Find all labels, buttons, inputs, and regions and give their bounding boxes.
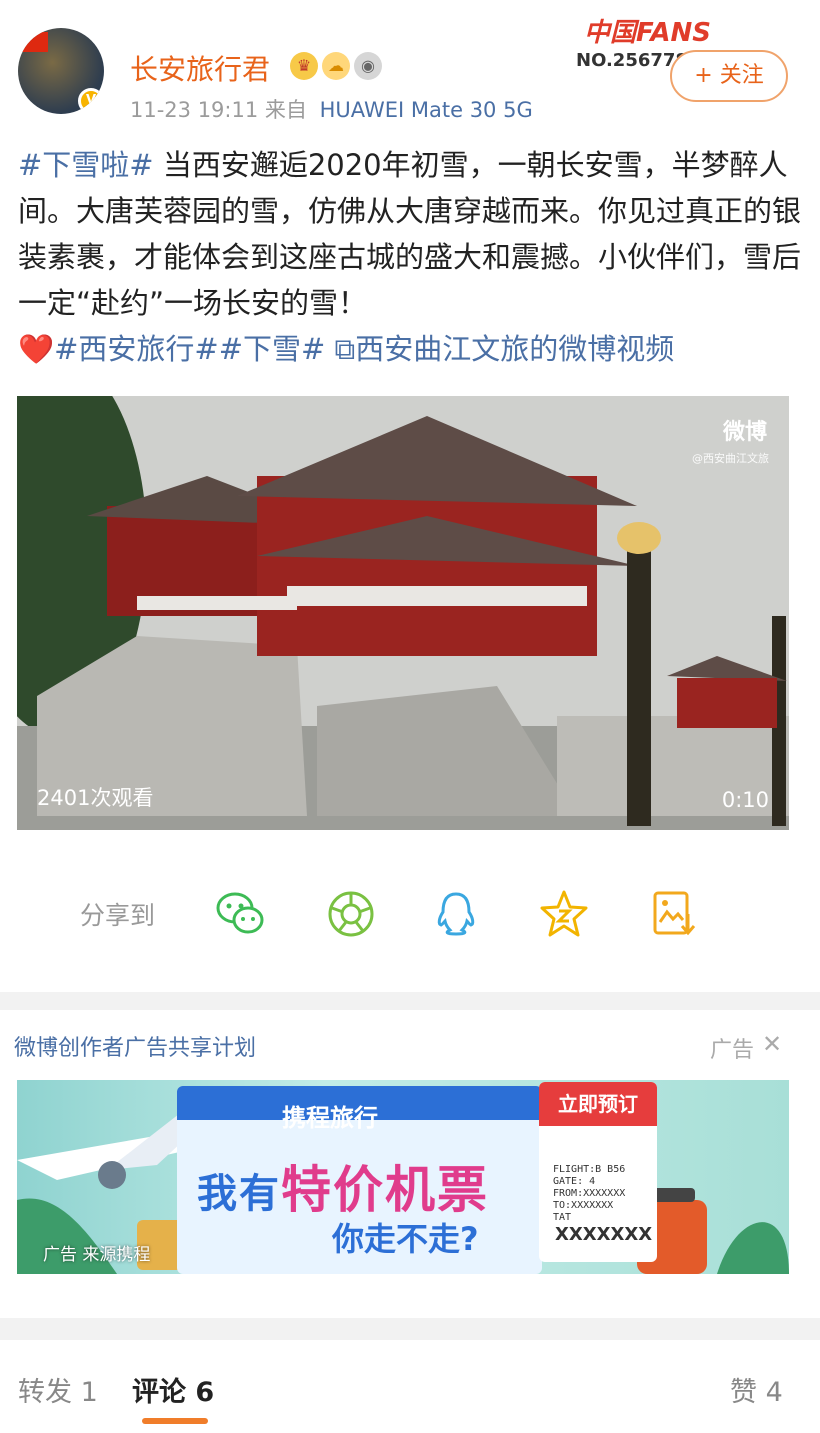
watermark-source: @西安曲江文旅: [692, 452, 769, 465]
ad-program-title[interactable]: 微博创作者广告共享计划: [14, 1030, 256, 1062]
video-link-icon: ⧉: [334, 332, 356, 366]
user-medals: ♛ ☁ ◉: [290, 52, 382, 80]
favorite-icon[interactable]: [538, 888, 590, 940]
post-source-prefix: 来自: [264, 98, 307, 122]
ad-brand: 携程旅行: [282, 1104, 378, 1132]
hashtag-link[interactable]: #下雪啦#: [18, 148, 154, 182]
cloud-medal-icon: ☁: [322, 52, 350, 80]
silver-medal-icon: ◉: [354, 52, 382, 80]
ticket-code: XXXXXXX: [555, 1224, 653, 1245]
video-link-label: 西安曲江文旅的微博视频: [355, 332, 675, 366]
moments-icon[interactable]: [325, 888, 377, 940]
follow-button[interactable]: + 关注: [670, 50, 788, 102]
video-link[interactable]: ⧉西安曲江文旅的微博视频: [335, 332, 675, 366]
ticket-line: TAT: [553, 1212, 572, 1223]
video-duration: 0:10: [721, 788, 769, 812]
ad-banner[interactable]: 携程旅行 我有特价机票 你走不走? 立即预订 FLIGHT:B B56 GATE…: [17, 1080, 789, 1274]
hashtag-link[interactable]: #西安旅行##下雪#: [54, 332, 325, 366]
ad-headline-b: 特价机票: [281, 1161, 489, 1219]
post-body: #下雪啦# 当西安邂逅2020年初雪，一朝长安雪，半梦醉人间。大唐芙蓉园的雪，仿…: [18, 142, 802, 372]
view-count: 2401次观看: [37, 786, 154, 810]
tab-likes[interactable]: 赞 4: [730, 1370, 783, 1409]
share-bar: 分享到: [0, 880, 820, 950]
avatar[interactable]: V: [18, 28, 104, 114]
ad-headline-a: 我有: [197, 1171, 281, 1217]
wechat-icon[interactable]: [215, 888, 267, 940]
ticket-lines: FLIGHT:B B56 GATE: 4 FROM:XXXXXXX TO:XXX…: [553, 1164, 625, 1224]
section-divider: [0, 992, 820, 1010]
post-timestamp: 11-23 19:11: [130, 98, 259, 122]
ad-headline: 我有特价机票: [197, 1150, 489, 1222]
ad-label: 广告: [710, 1038, 755, 1063]
heart-emoji-icon: ❤️: [18, 332, 55, 366]
tab-repost[interactable]: 转发 1: [18, 1370, 98, 1409]
fans-badge-title: 中国FANS: [584, 18, 712, 48]
active-tab-indicator: [142, 1418, 208, 1424]
qq-icon[interactable]: [430, 888, 482, 940]
verified-badge-icon: V: [78, 88, 104, 114]
close-icon[interactable]: ✕: [762, 1030, 782, 1058]
video-thumbnail: [17, 396, 789, 830]
crown-medal-icon: ♛: [290, 52, 318, 80]
save-image-icon[interactable]: [648, 888, 700, 940]
ticket-line: FLIGHT:B B56: [553, 1164, 626, 1175]
book-now-button[interactable]: 立即预订: [539, 1082, 657, 1126]
post-meta: 11-23 19:11 来自 HUAWEI Mate 30 5G: [130, 94, 533, 124]
share-label: 分享到: [80, 901, 156, 930]
tab-comments[interactable]: 评论 6: [132, 1370, 214, 1409]
user-name[interactable]: 长安旅行君: [130, 48, 270, 88]
ad-source: 广告 来源携程: [43, 1245, 151, 1265]
section-divider: [0, 1318, 820, 1340]
ticket-line: TO:XXXXXXX: [553, 1200, 614, 1211]
weibo-watermark: 微博: [722, 420, 767, 445]
ticket-line: FROM:XXXXXXX: [553, 1188, 626, 1199]
post-device: HUAWEI Mate 30 5G: [319, 98, 533, 122]
ticket-line: GATE: 4: [553, 1176, 596, 1187]
post-tabs: 转发 1 评论 6 赞 4: [0, 1340, 820, 1433]
china-flag-icon: [18, 30, 48, 52]
ad-subline: 你走不走?: [332, 1220, 479, 1258]
video-player[interactable]: 微博 @西安曲江文旅 2401次观看 0:10: [17, 396, 789, 830]
weibo-post: V 长安旅行君 ♛ ☁ ◉ 11-23 19:11 来自 HUAWEI Mate…: [0, 0, 820, 990]
